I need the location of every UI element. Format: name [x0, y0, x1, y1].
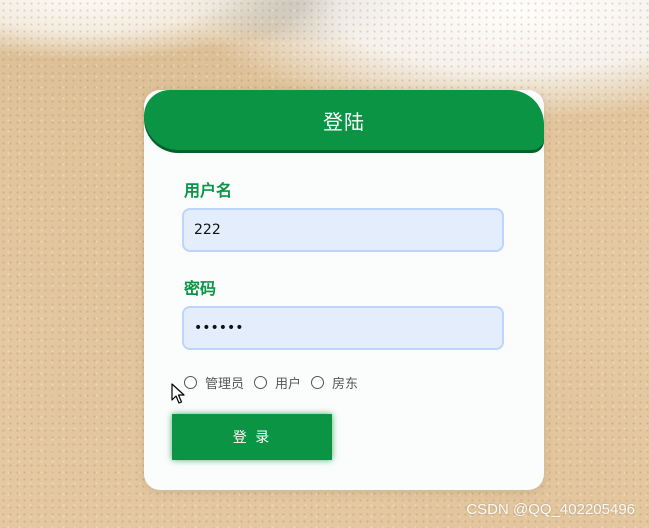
- role-label-admin: 管理员: [205, 377, 245, 392]
- radio-admin[interactable]: [184, 376, 197, 389]
- login-title: 登陆: [323, 109, 365, 134]
- role-option-admin[interactable]: 管理员: [184, 373, 244, 392]
- role-radio-group: 管理员 用户 房东: [184, 373, 368, 392]
- radio-user[interactable]: [254, 376, 268, 389]
- password-input[interactable]: [182, 306, 504, 350]
- username-input[interactable]: [182, 208, 504, 252]
- login-button[interactable]: 登 录: [172, 414, 332, 460]
- csdn-watermark: CSDN @QQ_402205496: [466, 501, 635, 518]
- mouse-pointer-icon: [171, 383, 185, 404]
- role-option-user[interactable]: 用户: [254, 373, 301, 392]
- login-card: 登陆 用户名 密码 管理员 用户 房东 登 录: [144, 90, 544, 490]
- role-label-landlord: 房东: [332, 377, 359, 392]
- password-label: 密码: [184, 279, 217, 298]
- login-header: 登陆: [144, 90, 544, 150]
- role-option-landlord[interactable]: 房东: [311, 373, 358, 392]
- radio-landlord[interactable]: [311, 376, 325, 389]
- username-label: 用户名: [184, 181, 233, 200]
- role-label-user: 用户: [275, 377, 302, 392]
